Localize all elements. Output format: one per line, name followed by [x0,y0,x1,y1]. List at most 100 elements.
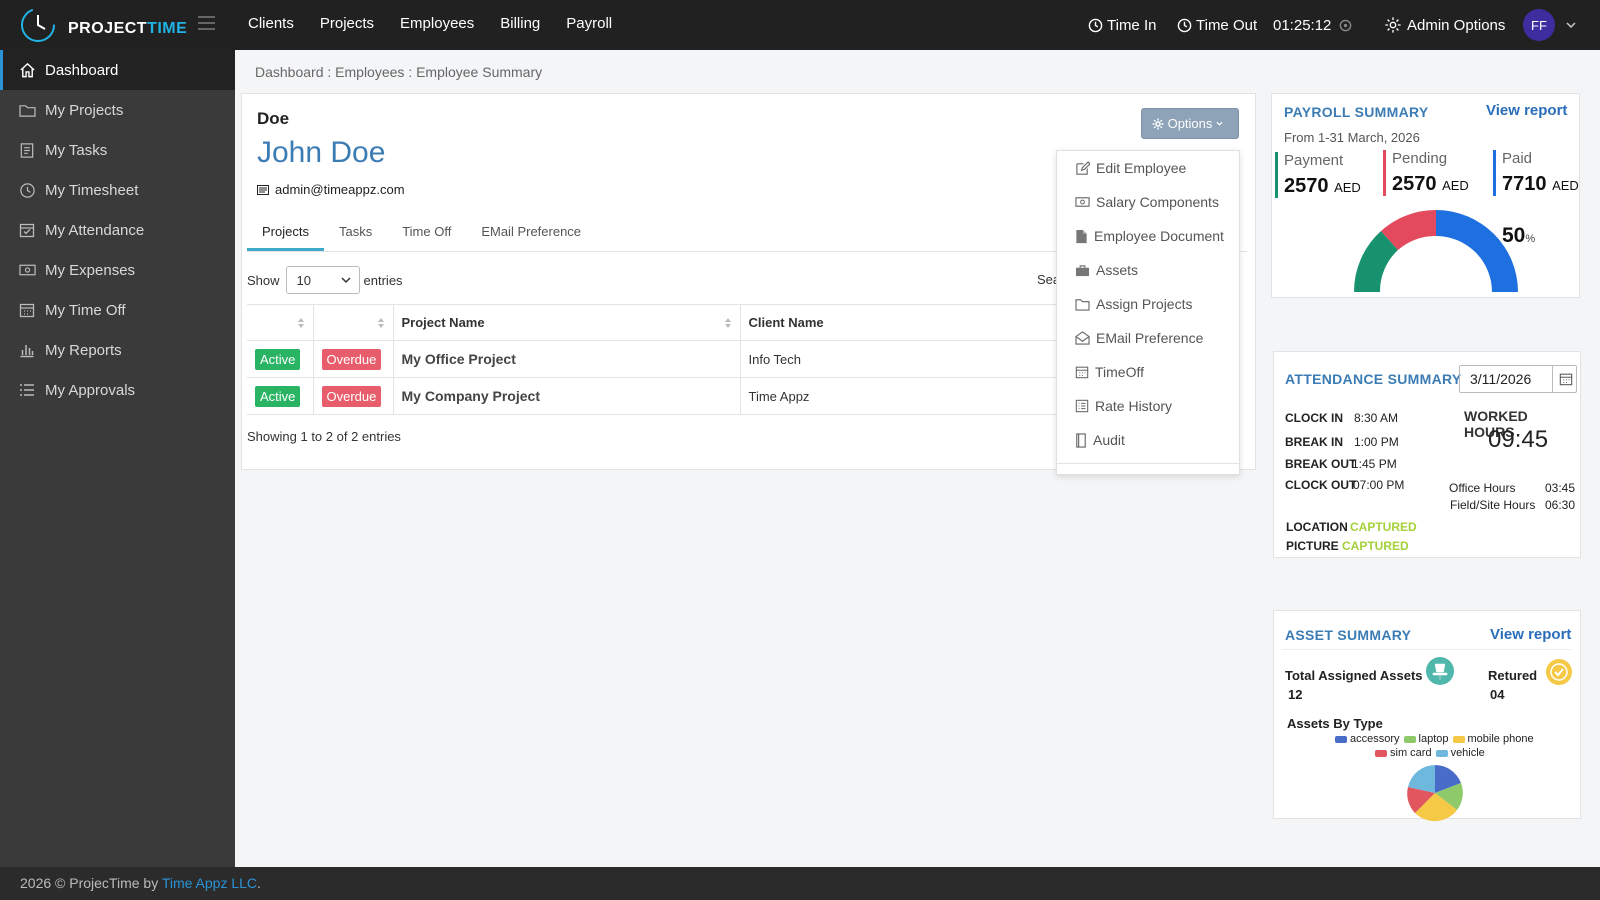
overdue-badge: Overdue [321,348,382,370]
project-cell: My Company Project [393,377,741,415]
footer-company-link[interactable]: Time Appz LLC [162,875,257,891]
status-cell: Active [247,377,314,415]
asset-summary-card: ASSET SUMMARY View report Total Assigned… [1273,610,1581,822]
menu-item-employee-document[interactable]: Employee Document [1057,219,1239,253]
currency-label: AED [1552,178,1579,193]
paid-value: 7710 [1502,173,1547,195]
time-out-button[interactable]: Time Out [1177,0,1257,50]
sidebar-item-my-timesheet[interactable]: My Timesheet [0,170,235,210]
menu-item-timeoff[interactable]: TimeOff [1057,355,1239,389]
menu-item-label: Salary Components [1096,194,1219,210]
clock-icon [1177,18,1192,32]
menu-item-edit-employee[interactable]: Edit Employee [1057,151,1239,185]
entries-select[interactable]: 10 [285,266,360,294]
list-icon [18,381,36,399]
location-label: LOCATION [1286,520,1348,534]
status-cell: Active [247,340,314,378]
app-logo[interactable]: PROJECTTIME [18,5,187,45]
legend-label: mobile phone [1467,733,1534,745]
returned-assets-label: Retured [1488,668,1538,683]
logo-clock-icon [21,8,55,42]
currency-label: AED [1442,178,1469,193]
money-icon [18,261,36,279]
nav-billing[interactable]: Billing [500,15,540,32]
menu-item-label: Assets [1096,262,1139,278]
menu-item-assets[interactable]: Assets [1057,253,1239,287]
payroll-view-report-link[interactable]: View report [1486,102,1567,119]
gear-icon [1152,118,1164,129]
nav-employees[interactable]: Employees [400,15,474,32]
sidebar-item-dashboard[interactable]: Dashboard [0,50,235,90]
envelope-icon [257,184,269,195]
legend-label: accessory [1350,733,1400,745]
options-label: Options [1167,116,1213,131]
options-button[interactable]: Options [1141,108,1239,139]
sidebar-item-my-expenses[interactable]: My Expenses [0,250,235,290]
status-badge: Active [255,348,301,370]
worked-hours-value: 09:45 [1488,426,1549,453]
sidebar-item-my-tasks[interactable]: My Tasks [0,130,235,170]
document-icon [1076,229,1087,243]
admin-options-button[interactable]: Admin Options [1384,0,1505,50]
menu-item-assign-projects[interactable]: Assign Projects [1057,287,1239,321]
tasks-icon [18,141,36,159]
payment-label: Payment [1284,152,1344,169]
sort-icon [297,318,304,328]
list-table-icon [1075,399,1089,413]
sidebar-item-label: My Projects [45,101,124,119]
sidebar-item-my-approvals[interactable]: My Approvals [0,370,235,410]
menu-item-rate-history[interactable]: Rate History [1057,389,1239,423]
location-status: CAPTURED [1350,520,1417,534]
project-name[interactable]: My Company Project [402,388,540,404]
project-name[interactable]: My Office Project [402,351,516,367]
column-header-project-name[interactable]: Project Name [393,304,741,341]
client-name-header-label: Client Name [748,315,824,330]
menu-item-salary-components[interactable]: Salary Components [1057,185,1239,219]
attendance-summary-card: ATTENDANCE SUMMARY 3/11/2026 CLOCK IN 8:… [1273,351,1581,558]
avatar[interactable]: FF [1523,9,1555,41]
chevron-down-icon [341,277,351,284]
tab-tasks[interactable]: Tasks [324,212,387,251]
asset-view-report-link[interactable]: View report [1490,626,1571,643]
clock-in-value: 8:30 AM [1354,411,1399,425]
employee-email: admin@timeappz.com [257,182,405,197]
status-badge: Active [255,385,301,407]
menu-item-audit[interactable]: Audit [1057,423,1239,457]
column-header-due[interactable] [313,304,394,341]
total-assets-label: Total Assigned Assets [1285,668,1423,683]
sort-icon [724,318,731,328]
calendar-button[interactable] [1552,365,1578,393]
sidebar-item-my-reports[interactable]: My Reports [0,330,235,370]
timer-value: 01:25:12 [1273,16,1332,34]
menu-item-label: Rate History [1095,398,1173,414]
tab-projects[interactable]: Projects [247,212,324,251]
sidebar-item-my-projects[interactable]: My Projects [0,90,235,130]
payroll-gauge-chart [1353,209,1518,292]
nav-clients[interactable]: Clients [248,15,294,32]
menu-item-email-preference[interactable]: EMail Preference [1057,321,1239,355]
folder-icon [18,101,36,119]
user-menu[interactable]: FF [1523,0,1577,50]
tab-email-preference[interactable]: EMail Preference [466,212,596,251]
assigned-assets-icon [1425,656,1455,691]
tab-time-off[interactable]: Time Off [387,212,466,251]
column-header-status[interactable] [247,304,314,341]
sidebar-item-my-time-off[interactable]: My Time Off [0,290,235,330]
top-bar: PROJECTTIME Clients Projects Employees B… [0,0,1600,50]
paid-label: Paid [1502,150,1533,167]
sidebar-item-label: My Expenses [45,261,136,279]
payroll-pending: Pending 2570 AED [1383,150,1469,196]
book-icon [1076,432,1086,448]
legend-swatch-laptop [1403,735,1416,743]
sidebar-item-label: My Timesheet [45,181,139,199]
briefcase-icon [1076,264,1089,276]
nav-payroll[interactable]: Payroll [566,15,612,32]
calendar-check-icon [18,221,36,239]
envelope-open-icon [1075,331,1090,345]
nav-projects[interactable]: Projects [320,15,374,32]
sidebar-item-label: My Tasks [45,141,108,159]
sidebar-item-my-attendance[interactable]: My Attendance [0,210,235,250]
time-in-button[interactable]: Time In [1088,0,1156,50]
menu-toggle-icon[interactable] [198,16,215,32]
payroll-payment: Payment 2570 AED [1275,152,1361,198]
